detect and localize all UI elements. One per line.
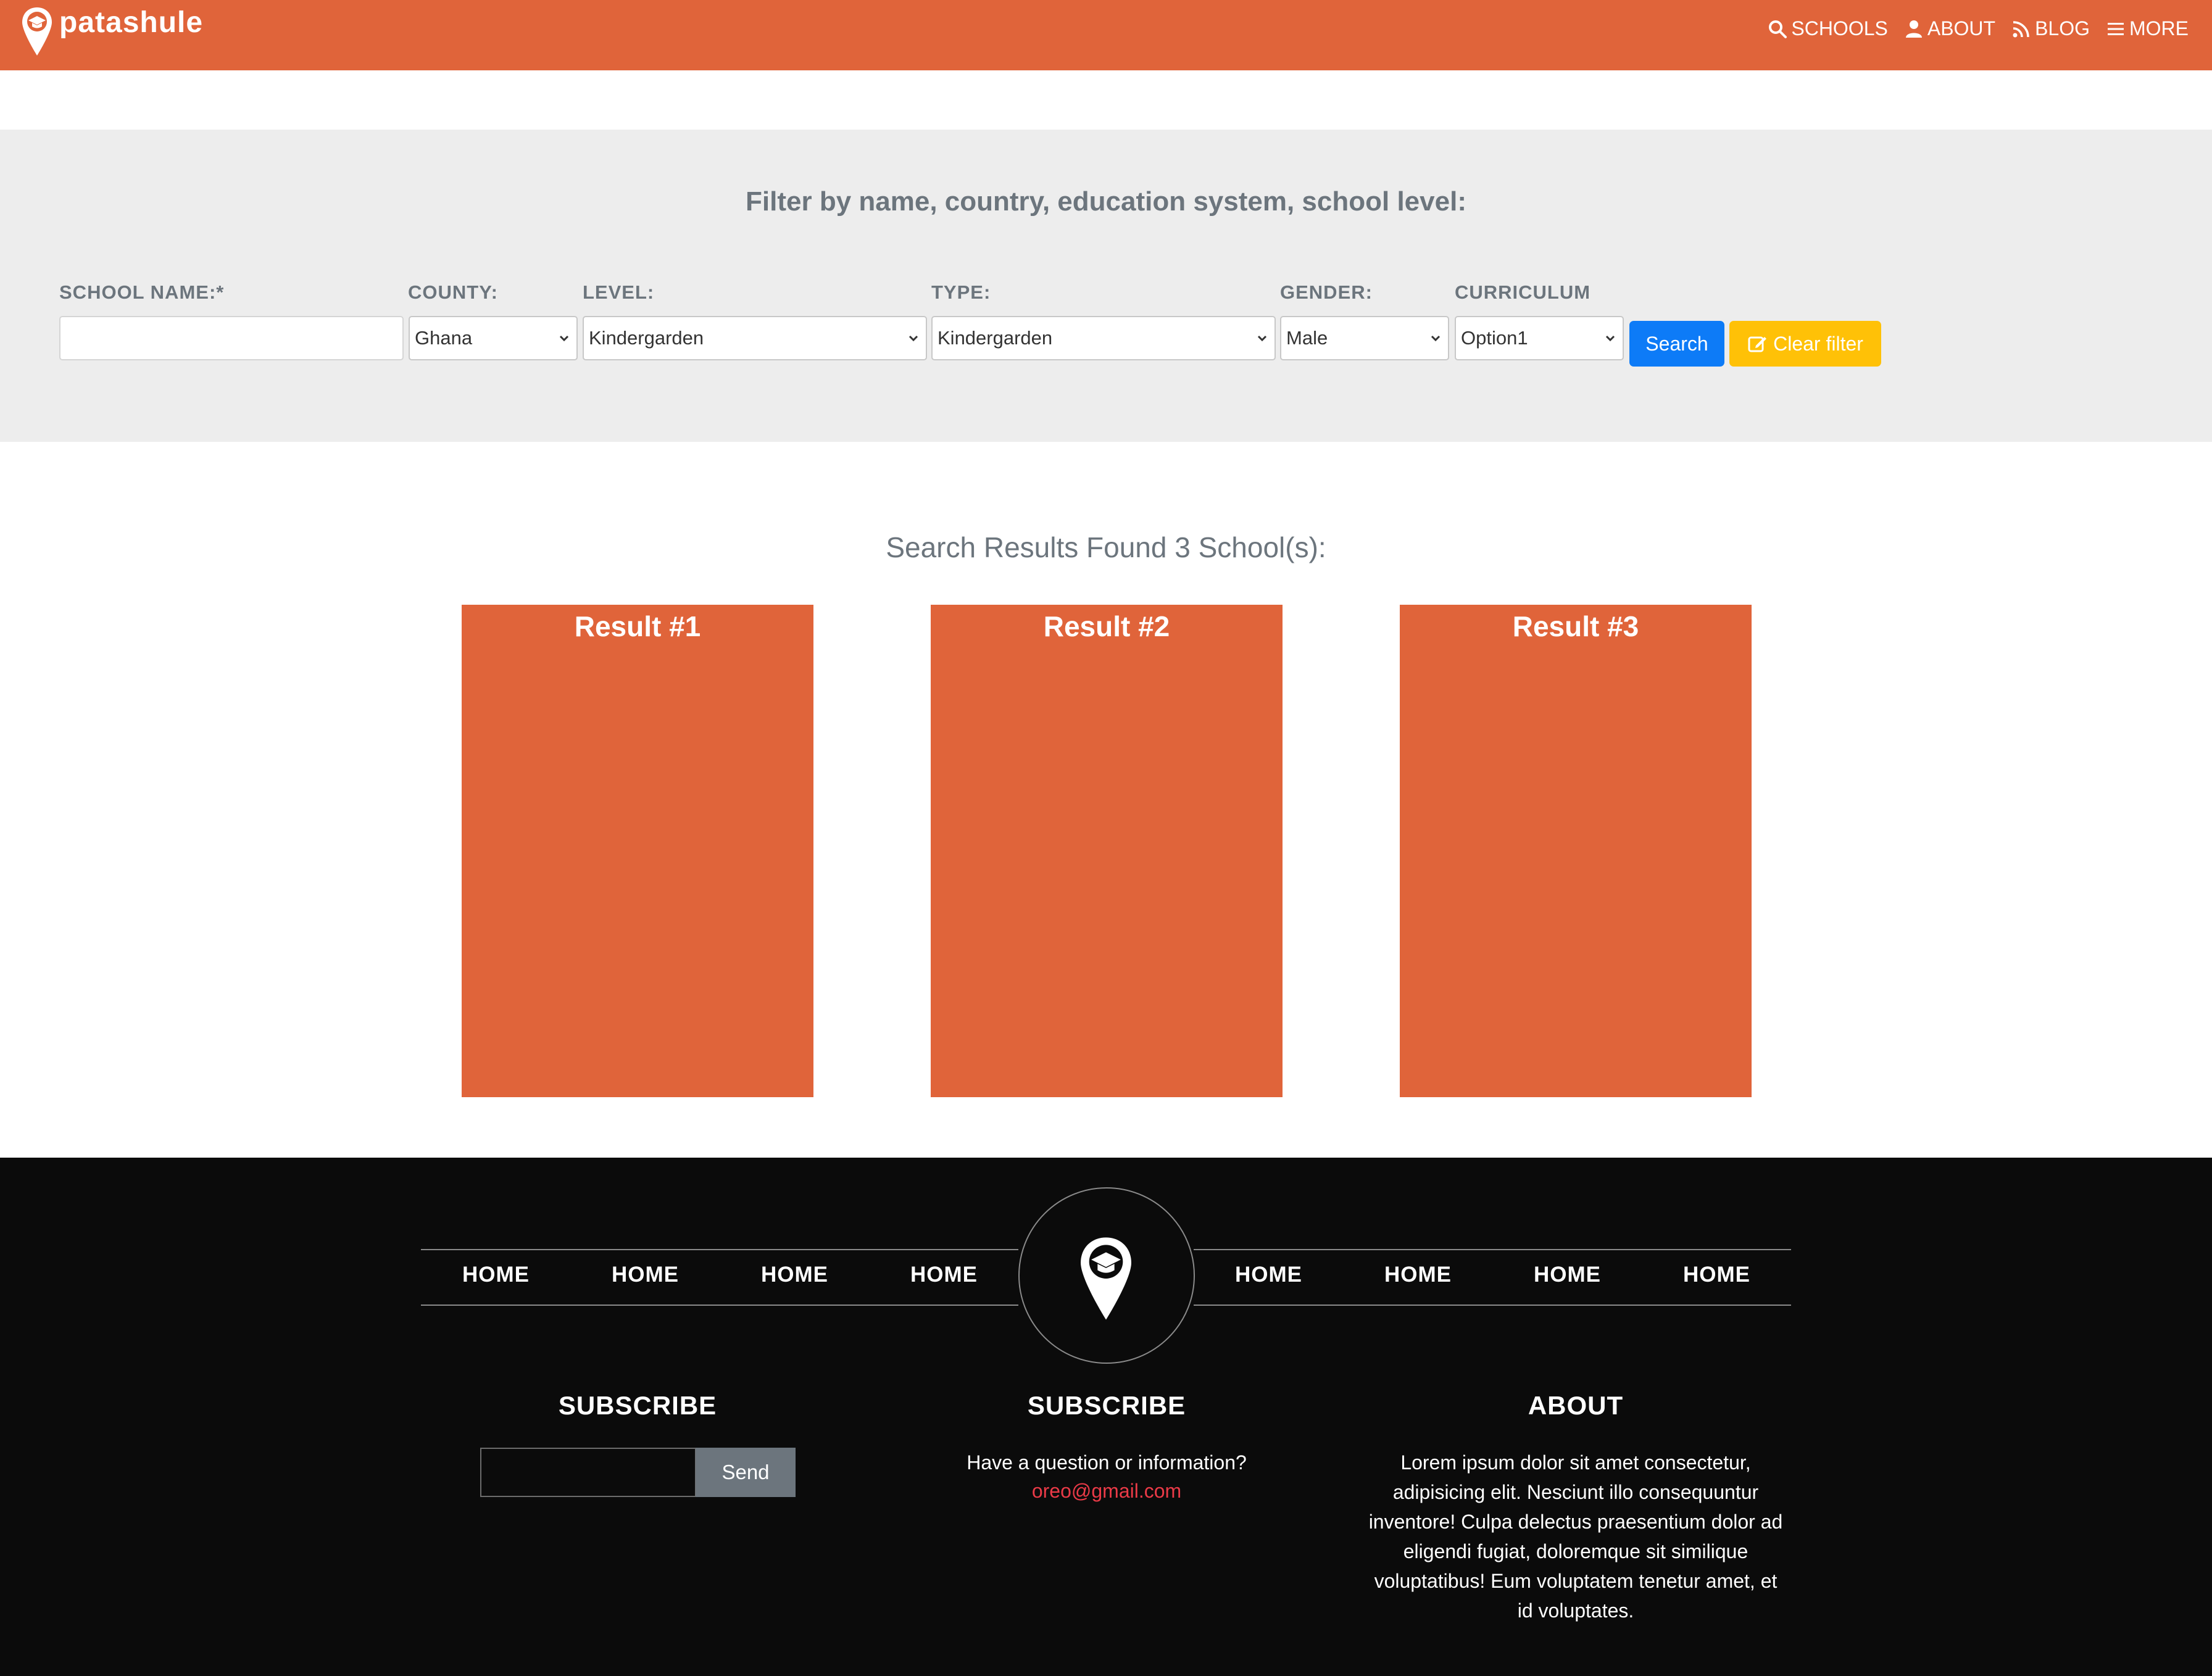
level-select-value: Kindergarden [589, 327, 704, 349]
clear-filter-label: Clear filter [1773, 332, 1863, 355]
about-title: ABOUT [1528, 1391, 1624, 1420]
nav-about[interactable]: ABOUT [1904, 17, 1995, 40]
curriculum-select[interactable]: Option1 [1455, 316, 1624, 360]
gender-select-value: Male [1286, 327, 1328, 349]
level-select[interactable]: Kindergarden [583, 316, 927, 360]
footer-nav-home[interactable]: HOME [910, 1263, 978, 1287]
send-button[interactable]: Send [696, 1448, 796, 1497]
footer-nav-home[interactable]: HOME [761, 1263, 828, 1287]
footer-divider [421, 1249, 1018, 1250]
footer-divider [1194, 1305, 1791, 1306]
type-label: TYPE: [931, 281, 991, 303]
footer-logo[interactable] [1018, 1187, 1195, 1364]
chevron-down-icon [1605, 335, 1615, 342]
result-card[interactable]: Result #1 [462, 605, 813, 1097]
footer-nav-home[interactable]: HOME [1534, 1263, 1601, 1287]
nav-more-label: MORE [2129, 17, 2189, 39]
about-text-line: adipisicing elit. Nesciunt illo consequu… [1392, 1481, 1759, 1503]
curriculum-label: CURRICULUM [1455, 281, 1591, 303]
result-card[interactable]: Result #3 [1400, 605, 1752, 1097]
nav-blog[interactable]: BLOG [2011, 17, 2090, 40]
subscribe-title: SUBSCRIBE [558, 1391, 717, 1420]
user-icon [1905, 20, 1922, 38]
footer-nav-home[interactable]: HOME [1683, 1263, 1750, 1287]
nav-links: SCHOOLS ABOUT BLOG MORE [1752, 17, 2189, 40]
result-card-title: Result #2 [1043, 610, 1170, 642]
chevron-down-icon [1431, 335, 1441, 342]
about-text-line: voluptatibus! Eum voluptatem tenetur ame… [1374, 1570, 1778, 1592]
result-card-title: Result #1 [574, 610, 701, 642]
about-text-line: inventore! Culpa delectus praesentium do… [1368, 1511, 1783, 1533]
about-text-line: id voluptates. [1517, 1599, 1634, 1622]
gender-select[interactable]: Male [1280, 316, 1449, 360]
rss-icon [2013, 20, 2029, 37]
footer-nav-home[interactable]: HOME [612, 1263, 679, 1287]
type-select-value: Kindergarden [938, 327, 1053, 349]
contact-question: Have a question or information? [967, 1451, 1247, 1474]
contact-email-link[interactable]: oreo@gmail.com [931, 1480, 1283, 1503]
about-text: Lorem ipsum dolor sit amet consectetur, … [1338, 1448, 1813, 1625]
about-text-line: eligendi fugiat, doloremque sit similiqu… [1403, 1540, 1748, 1562]
chevron-down-icon [908, 335, 918, 342]
nav-more[interactable]: MORE [2106, 17, 2189, 40]
footer-nav-home[interactable]: HOME [1384, 1263, 1452, 1287]
results-title: Search Results Found 3 School(s): [886, 531, 1326, 563]
filter-section: Filter by name, country, education syste… [0, 130, 2212, 442]
clear-filter-button[interactable]: Clear filter [1729, 321, 1881, 367]
search-icon [1769, 20, 1787, 38]
pin-graduation-icon [1081, 1237, 1131, 1320]
footer-nav-home[interactable]: HOME [462, 1263, 530, 1287]
footer-nav-home[interactable]: HOME [1235, 1263, 1302, 1287]
about-text-line: Lorem ipsum dolor sit amet consectetur, [1400, 1451, 1751, 1474]
level-label: LEVEL: [583, 281, 655, 303]
county-label: COUNTY: [408, 281, 498, 303]
chevron-down-icon [559, 335, 569, 342]
edit-icon [1748, 336, 1767, 352]
chevron-down-icon [1257, 335, 1267, 342]
curriculum-select-value: Option1 [1461, 327, 1528, 349]
pin-graduation-icon [22, 7, 52, 56]
result-card-title: Result #3 [1512, 610, 1639, 642]
nav-blog-label: BLOG [2035, 17, 2090, 39]
school-name-input[interactable] [59, 316, 404, 360]
contact-title: SUBSCRIBE [1027, 1391, 1186, 1420]
send-button-label: Send [721, 1461, 770, 1483]
filter-title: Filter by name, country, education syste… [746, 186, 1466, 217]
gender-label: GENDER: [1280, 281, 1373, 303]
search-button[interactable]: Search [1629, 321, 1724, 367]
result-card[interactable]: Result #2 [931, 605, 1283, 1097]
footer-divider [1194, 1249, 1791, 1250]
subscribe-email-input[interactable] [480, 1448, 696, 1497]
brand-name: patashule [59, 6, 204, 39]
footer-divider [421, 1305, 1018, 1306]
nav-schools-label: SCHOOLS [1791, 17, 1888, 39]
school-name-label: SCHOOL NAME:* [59, 281, 225, 303]
type-select[interactable]: Kindergarden [931, 316, 1276, 360]
county-select[interactable]: Ghana [409, 316, 578, 360]
top-navbar: patashule SCHOOLS ABOUT BLOG MORE [0, 0, 2212, 70]
search-button-label: Search [1645, 332, 1708, 355]
county-select-value: Ghana [415, 327, 473, 349]
menu-icon [2108, 22, 2124, 35]
brand-logo[interactable]: patashule [21, 6, 203, 57]
nav-about-label: ABOUT [1927, 17, 1996, 39]
nav-schools[interactable]: SCHOOLS [1768, 17, 1888, 40]
